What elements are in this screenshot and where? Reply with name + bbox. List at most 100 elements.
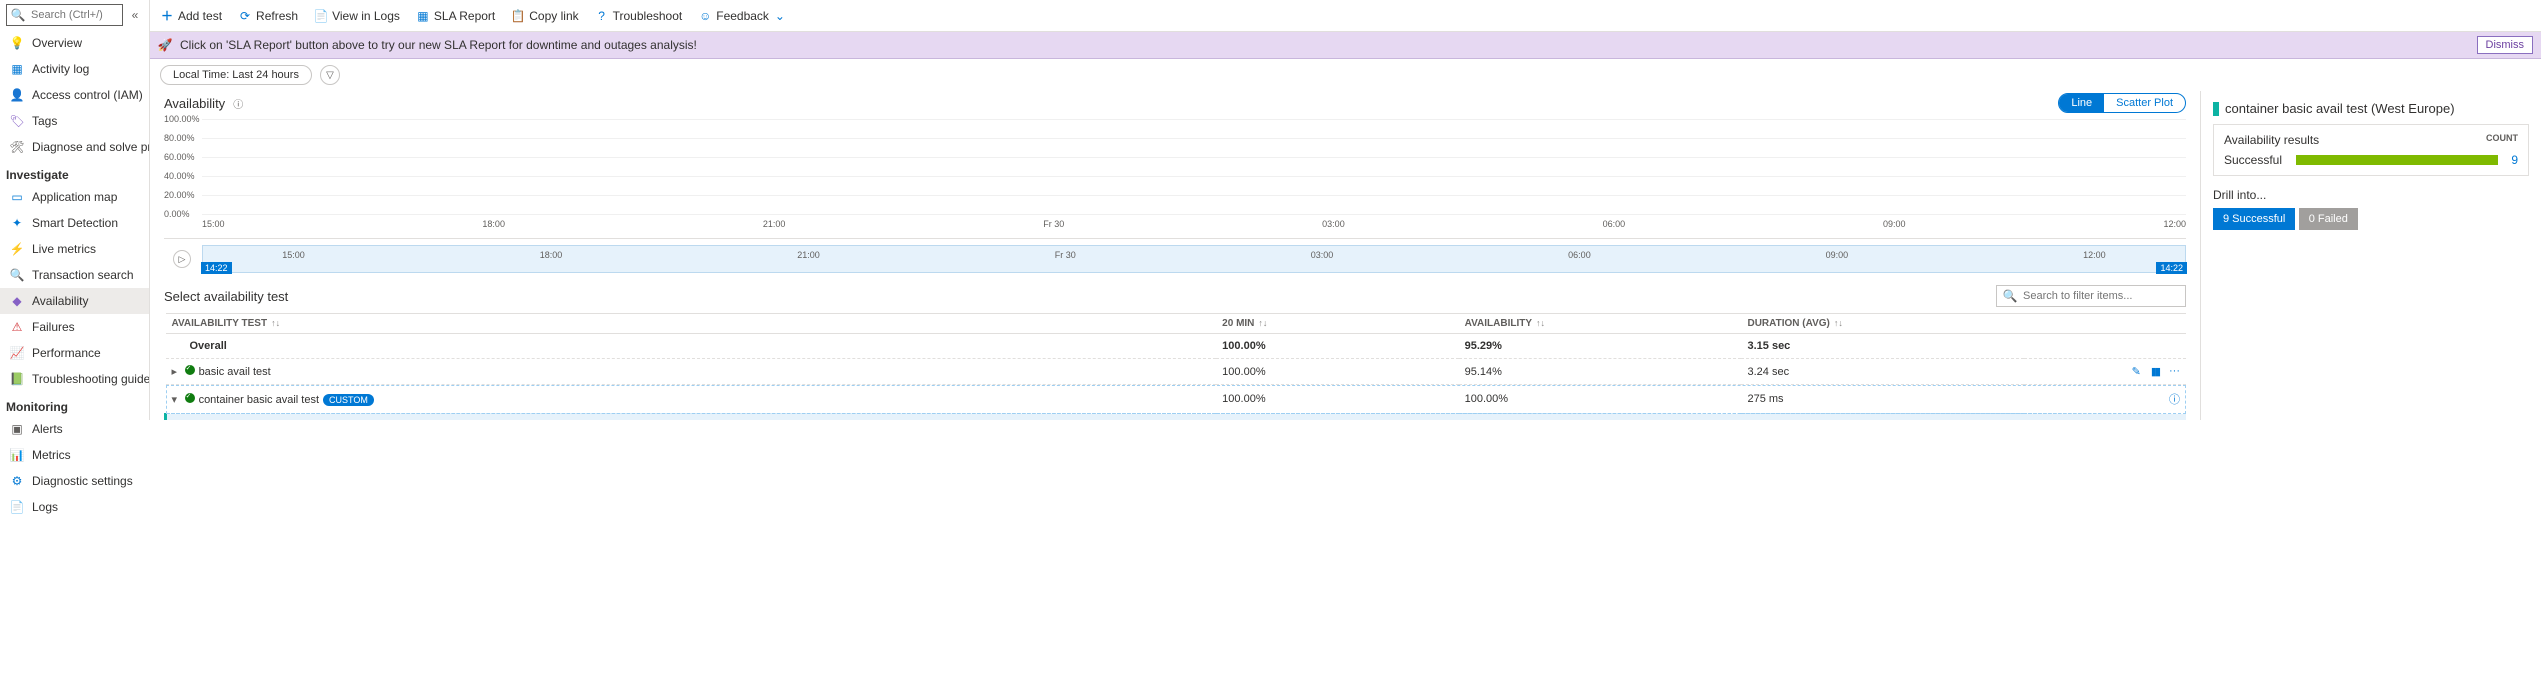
successful-count[interactable]: 9 [2506,153,2518,167]
toggle-scatter[interactable]: Scatter Plot [2104,94,2185,112]
sidebar-item-activity-log[interactable]: ▦Activity log [0,56,149,82]
nav-label: Performance [32,346,101,360]
sidebar-item-logs[interactable]: 📄 Logs [0,494,149,520]
filter-tests[interactable]: 🔍 [1996,285,2186,307]
sort-icon[interactable]: ↑↓ [1532,318,1545,328]
edit-icon[interactable]: ✎ [2132,365,2141,378]
brush-x-tick: 21:00 [797,250,820,260]
time-brush[interactable]: ▷ 15:0018:0021:00Fr 3003:0006:0009:0012:… [202,245,2186,273]
brush-handle-right[interactable]: 14:22 [2156,262,2187,274]
nav-icon: ▣ [10,422,24,436]
brush-handle-left[interactable]: 14:22 [201,262,232,274]
pause-icon[interactable]: ▮▮ [2151,365,2159,378]
table-row-test[interactable]: ▸ basic avail test100.00%95.14%3.24 sec✎… [166,359,2187,385]
nav-icon: ▭ [10,190,24,204]
y-tick: 60.00% [164,152,195,162]
copy-label: Copy link [529,9,578,23]
copy-link-button[interactable]: 📋Copy link [511,9,578,23]
time-range-pill[interactable]: Local Time: Last 24 hours [160,65,312,85]
play-icon[interactable]: ▷ [173,250,191,268]
smile-icon: ☺ [698,9,712,23]
y-tick: 0.00% [164,209,190,219]
info-icon[interactable]: ⓘ [2169,391,2180,407]
details-title: container basic avail test (West Europe) [2225,101,2455,116]
sidebar-item-troubleshooting-guides-prev-[interactable]: 📗Troubleshooting guides (prev… [0,366,149,392]
brush-x-tick: 06:00 [1568,250,1591,260]
nav-icon: ▦ [10,62,24,76]
logs-icon: 📄 [314,9,328,23]
table-row-container[interactable]: ▾ container basic avail testCUSTOM100.00… [166,385,2187,414]
troubleshoot-label: Troubleshoot [613,9,683,23]
sidebar-item-diagnose-and-solve-problems[interactable]: 🛠Diagnose and solve problems [0,134,149,160]
col-avail[interactable]: Availability [1465,318,1532,329]
successful-drill-button[interactable]: 9 Successful [2213,208,2295,230]
nav-icon: 📄 [10,500,24,514]
sidebar-item-transaction-search[interactable]: 🔍Transaction search [0,262,149,288]
nav-label: Troubleshooting guides (prev… [32,372,149,386]
table-row-region[interactable]: West Europe100.00%100.00%275 ms [166,414,2187,421]
details-panel: container basic avail test (West Europe)… [2201,91,2541,420]
sidebar-item-live-metrics[interactable]: ⚡Live metrics [0,236,149,262]
col-dur[interactable]: Duration (Avg) [1747,318,1829,329]
nav-icon: ⚙ [10,474,24,488]
failed-drill-button[interactable]: 0 Failed [2299,208,2358,230]
table-row-overall[interactable]: Overall100.00%95.29%3.15 sec [166,334,2187,359]
chevron-right-icon[interactable]: ▸ [172,365,182,378]
troubleshoot-button[interactable]: ?Troubleshoot [595,9,683,23]
sort-icon[interactable]: ↑↓ [267,318,280,328]
chevron-down-icon[interactable]: ▾ [172,393,182,406]
x-tick: 15:00 [202,219,225,229]
sidebar-item-failures[interactable]: ⚠ Failures [0,314,149,340]
nav-label: Logs [32,500,58,514]
search-input[interactable] [29,8,118,22]
sidebar-item-application-map[interactable]: ▭ Application map [0,184,149,210]
nav-label: Failures [32,320,75,334]
banner-text: Click on 'SLA Report' button above to tr… [180,38,697,52]
brush-x-tick: Fr 30 [1055,250,1076,260]
sla-report-button[interactable]: ▦SLA Report [416,9,495,23]
nav-label: Application map [32,190,117,204]
sidebar-item-tags[interactable]: 🏷Tags [0,108,149,134]
sort-icon[interactable]: ↑↓ [1254,318,1267,328]
nav-label: Availability [32,294,88,308]
info-icon[interactable]: ⓘ [231,96,245,110]
sidebar-item-performance[interactable]: 📈Performance [0,340,149,366]
sidebar-item-diagnostic-settings[interactable]: ⚙Diagnostic settings [0,468,149,494]
sidebar-item-metrics[interactable]: 📊Metrics [0,442,149,468]
x-tick: Fr 30 [1043,219,1064,229]
sidebar-item-smart-detection[interactable]: ✦Smart Detection [0,210,149,236]
nav-icon: ⚠ [10,320,24,334]
col-name[interactable]: Availability Test [172,318,268,329]
sidebar-item-access-control-iam-[interactable]: 👤Access control (IAM) [0,82,149,108]
more-icon[interactable]: ··· [2169,365,2180,378]
view-logs-button[interactable]: 📄 View in Logs [314,9,400,23]
nav-icon: 🔍 [10,268,24,282]
series-color-icon [2213,102,2219,116]
x-tick: 18:00 [482,219,505,229]
filter-tests-input[interactable] [2021,289,2179,303]
filter-button[interactable]: ▽ [320,65,340,85]
main: ＋Add test ⟳Refresh 📄 View in Logs ▦SLA Re… [150,0,2541,420]
dismiss-button[interactable]: Dismiss [2477,36,2534,54]
nav-icon: ✦ [10,216,24,230]
sidebar-item-overview[interactable]: 💡Overview [0,30,149,56]
sidebar-collapse-icon[interactable]: « [127,8,143,22]
feedback-button[interactable]: ☺Feedback⌄ [698,9,787,23]
sidebar-search[interactable]: 🔍 [6,4,123,26]
refresh-icon: ⟳ [238,9,252,23]
view-logs-label: View in Logs [332,9,400,23]
sidebar-item-alerts[interactable]: ▣Alerts [0,416,149,442]
sort-icon[interactable]: ↑↓ [1830,318,1843,328]
availability-chart[interactable]: 100.00%80.00%60.00%40.00%20.00%0.00%15:0… [164,119,2186,239]
availability-results-card: Availability results COUNT Successful 9 [2213,124,2529,176]
nav-icon: 🛠 [10,140,24,154]
sidebar-item-availability[interactable]: ◆Availability [0,288,149,314]
toggle-line[interactable]: Line [2059,94,2104,112]
nav-header-monitoring: Monitoring [0,392,149,416]
col-20min[interactable]: 20 Min [1222,318,1254,329]
nav-icon: 🏷 [10,114,24,128]
plus-icon: ＋ [160,9,174,23]
add-test-button[interactable]: ＋Add test [160,9,222,23]
refresh-button[interactable]: ⟳Refresh [238,9,298,23]
nav-label: Metrics [32,448,71,462]
